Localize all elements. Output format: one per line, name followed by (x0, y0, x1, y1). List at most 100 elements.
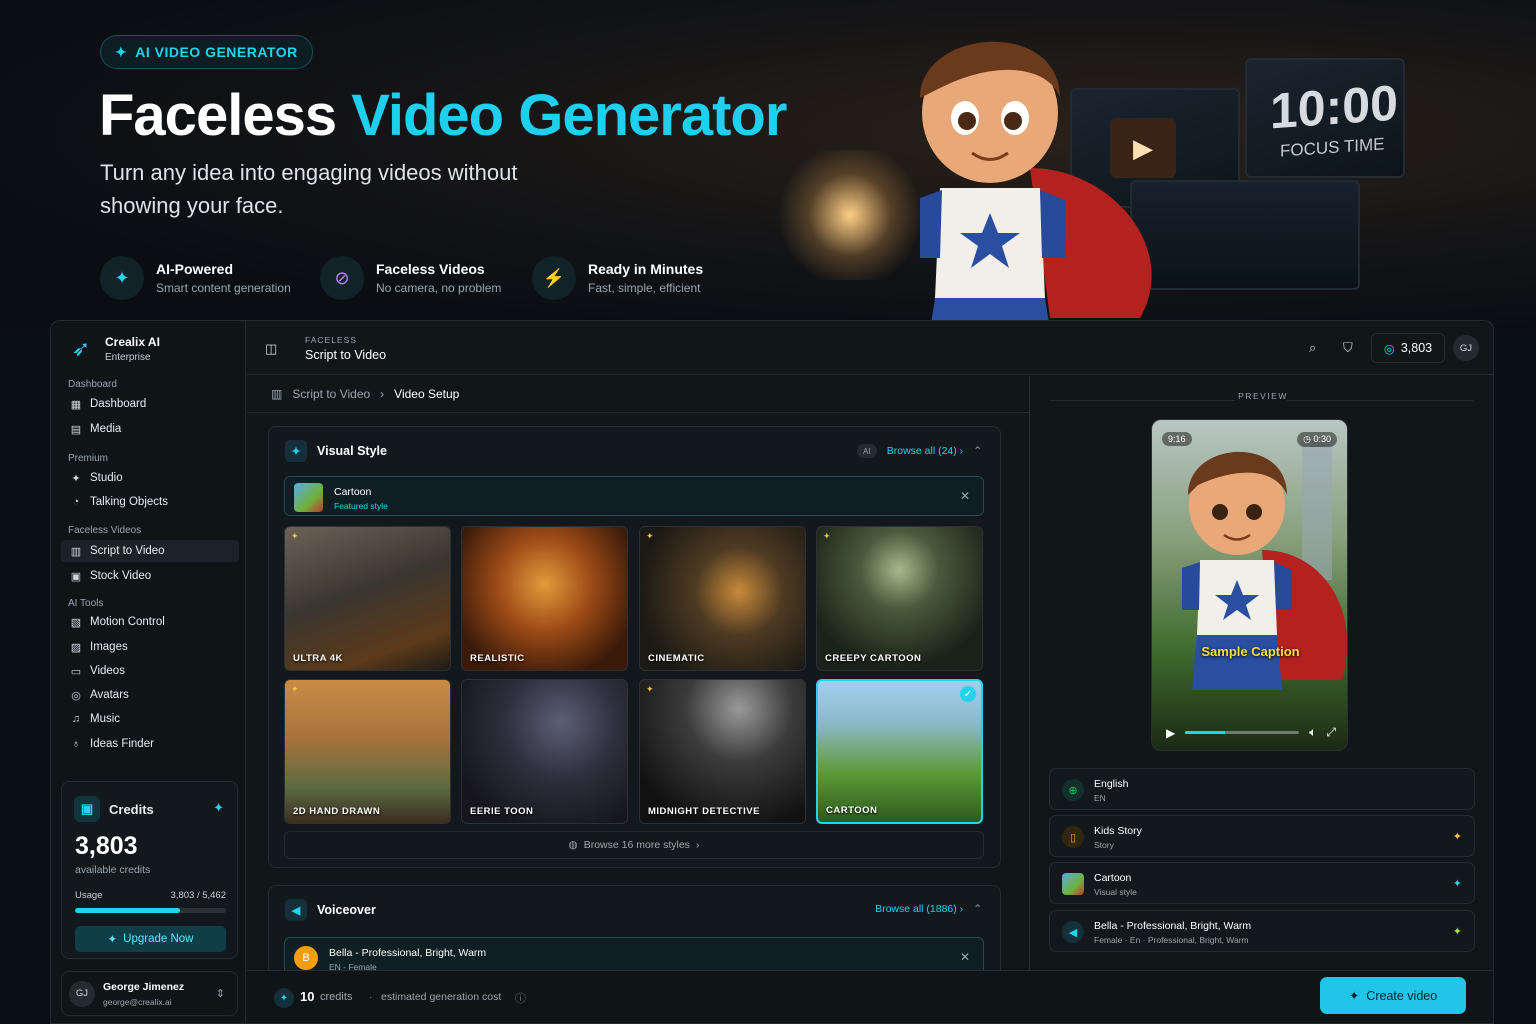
search-icon[interactable]: ⌕ (1309, 340, 1316, 356)
sidebar-item-dashboard[interactable]: ▦ Dashboard (61, 393, 239, 415)
script-icon: ▥ (70, 545, 82, 558)
palette-icon: ◍ (568, 839, 578, 851)
sidebar-item-avatars[interactable]: ◎ Avatars (61, 684, 239, 706)
sparkles-icon: ✦ (646, 531, 654, 541)
avatar: GJ (69, 980, 95, 1007)
aspect-ratio-badge: 9:16 (1162, 432, 1192, 446)
chevron-up-icon[interactable]: ⌃ (973, 903, 982, 915)
feature-faceless-videos: ⊘ Faceless Videos No camera, no problem (320, 256, 501, 300)
usage-row: Usage 3,803 / 5,462 (75, 890, 226, 901)
sparkles-icon: ✦ (115, 43, 128, 60)
sidebar-item-media[interactable]: ▤ Media (61, 418, 239, 440)
sidebar-item-label: Ideas Finder (90, 738, 154, 750)
style-tile-cinematic[interactable]: ✦ CINEMATIC (639, 526, 806, 671)
page-title: Script to Video (305, 348, 387, 362)
cost-description: estimated generation cost (381, 991, 502, 1003)
usage-bar (75, 908, 226, 913)
selected-style[interactable]: Cartoon Featured style ✕ (284, 476, 984, 516)
close-icon[interactable]: ✕ (960, 489, 970, 503)
sparkles-icon: ✦ (71, 472, 81, 485)
play-icon[interactable]: ▶ (1166, 726, 1175, 740)
style-tile-ultra-4k[interactable]: ✦ ULTRA 4K (284, 526, 451, 671)
credits-sub: available credits (75, 864, 151, 876)
ai-video-generator-badge: ✦ AI VIDEO GENERATOR (100, 35, 313, 69)
summary-title: English (1094, 778, 1129, 790)
sidebar-item-motion-control[interactable]: ▧ Motion Control (61, 611, 239, 633)
volume-icon[interactable]: 🔈︎ (1309, 725, 1316, 740)
feature-title: AI-Powered (156, 261, 234, 277)
sidebar-item-ideas-finder[interactable]: ♁ Ideas Finder (61, 733, 239, 755)
sparkles-icon: ✦ (823, 531, 831, 541)
browse-all-voices-link[interactable]: Browse all (1886) › (875, 903, 963, 915)
sidebar-toggle-icon[interactable]: ◫ (265, 341, 277, 357)
progress-bar[interactable] (1185, 731, 1300, 734)
chevron-right-icon: › (695, 839, 700, 851)
no-camera-icon: ⊘ (320, 256, 364, 300)
sample-caption: Sample Caption (1201, 644, 1300, 659)
summary-language[interactable]: ⊕ English EN (1049, 768, 1475, 810)
summary-story[interactable]: ▯ Kids Story Story ✦ (1049, 815, 1475, 857)
page-section: FACELESS (305, 335, 357, 345)
user-menu[interactable]: GJ George Jimenez george@crealix.ai ⇕ (61, 971, 238, 1016)
breadcrumb-root[interactable]: Script to Video (292, 387, 370, 401)
sidebar-item-label: Media (90, 423, 122, 435)
summary-sub: Story (1094, 840, 1114, 850)
hero-title-accent: Video Generator (351, 83, 787, 148)
style-label: CREEPY CARTOON (825, 653, 922, 664)
sidebar-item-videos[interactable]: ▭ Videos (61, 660, 239, 682)
selected-style-sub: Featured style (334, 501, 388, 511)
sidebar-item-label: Motion Control (90, 616, 165, 628)
progress-bar-fill (1185, 731, 1226, 734)
video-preview[interactable]: 9:16 ◷ 0:30 Sample Caption ▶ 🔈︎ ⤢ (1151, 419, 1348, 751)
sidebar-item-studio[interactable]: ✦ Studio (61, 467, 239, 489)
clock-icon: ◷ (1303, 434, 1314, 444)
summary-voice[interactable]: ◀ Bella - Professional, Bright, Warm Fem… (1049, 910, 1475, 952)
brand[interactable]: ➶ Crealix AI Enterprise (67, 335, 160, 363)
nav-section-faceless: Faceless Videos (68, 525, 142, 536)
upgrade-now-button[interactable]: ✦ Upgrade Now (75, 926, 226, 952)
nav-section-dashboard: Dashboard (68, 379, 117, 390)
script-icon: ▥ (271, 387, 283, 401)
style-tile-midnight-detective[interactable]: ✦ MIDNIGHT DETECTIVE (639, 679, 806, 824)
sidebar-item-stock-video[interactable]: ▣ Stock Video (61, 565, 239, 587)
background-monitor-bottom (1130, 180, 1360, 290)
chevron-up-down-icon: ⇕ (215, 988, 225, 1000)
check-icon: ✓ (960, 686, 976, 702)
browse-all-styles-link[interactable]: Browse all (24) › (887, 445, 963, 457)
objects-icon: ◔ (72, 496, 80, 508)
info-icon[interactable]: ⓘ (515, 990, 526, 1006)
cost-credits: 10 (300, 989, 315, 1004)
sparkles-icon: ✦ (213, 800, 224, 815)
summary-sub: Female · En · Professional, Bright, Warm (1094, 935, 1249, 945)
style-label: EERIE TOON (470, 806, 534, 817)
style-tile-cartoon[interactable]: ✓ CARTOON (816, 679, 983, 824)
book-icon: ▯ (1062, 826, 1084, 848)
sparkles-icon: ✦ (646, 684, 654, 694)
summary-visual-style[interactable]: Cartoon Visual style ✦ (1049, 862, 1475, 904)
duration-badge: ◷ 0:30 (1297, 432, 1337, 447)
style-tile-realistic[interactable]: REALISTIC (461, 526, 628, 671)
credits-pill[interactable]: ◎ 3,803 (1371, 333, 1445, 363)
browse-more-styles-button[interactable]: ◍ Browse 16 more styles › (284, 831, 984, 859)
shield-icon[interactable]: ⛉ (1343, 340, 1353, 356)
style-tile-eerie-toon[interactable]: EERIE TOON (461, 679, 628, 824)
create-video-button[interactable]: ✦ Create video (1320, 977, 1466, 1014)
nav-section-ai-tools: AI Tools (68, 598, 104, 609)
crealix-logo-icon: ➶ (71, 336, 91, 361)
style-tile-creepy-cartoon[interactable]: ✦ CREEPY CARTOON (816, 526, 983, 671)
sidebar-item-music[interactable]: ♫ Music (61, 708, 239, 730)
chevron-up-icon[interactable]: ⌃ (973, 445, 982, 457)
ai-tag: AI (856, 444, 877, 458)
visual-style-panel: ✦ Visual Style AI Browse all (24) › ⌃ Car… (268, 426, 1001, 868)
close-icon[interactable]: ✕ (960, 950, 970, 964)
sidebar-item-script-to-video[interactable]: ▥ Script to Video (61, 540, 239, 562)
usage-bar-fill (75, 908, 181, 913)
fullscreen-icon[interactable]: ⤢ (1326, 725, 1336, 740)
style-tile-2d-hand-drawn[interactable]: ✦ 2D HAND DRAWN (284, 679, 451, 824)
avatar[interactable]: GJ (1453, 335, 1479, 361)
panel-header: ✦ Visual Style (285, 440, 387, 462)
selected-voice[interactable]: B Bella - Professional, Bright, Warm EN … (284, 937, 984, 970)
sidebar-item-talking-objects[interactable]: ◔ Talking Objects (61, 491, 239, 513)
sidebar-item-images[interactable]: ▨ Images (61, 636, 239, 658)
sidebar-item-label: Dashboard (90, 398, 147, 410)
